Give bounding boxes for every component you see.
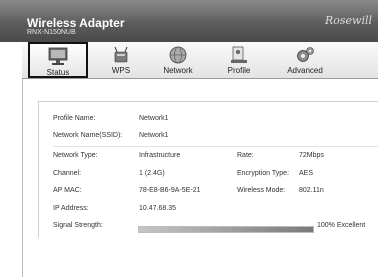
tab-network-label: Network [163, 66, 193, 75]
signal-strength-bar [138, 226, 314, 233]
tab-wps[interactable]: WPS [98, 42, 144, 78]
signal-strength-label: Signal Strength: [53, 222, 103, 229]
tab-profile-label: Profile [227, 66, 251, 75]
signal-strength-text: 100% Excellent [317, 222, 366, 229]
sidebar-divider [22, 79, 23, 277]
tab-advanced-label: Advanced [287, 66, 323, 75]
encryption-value: AES [299, 170, 314, 177]
globe-icon [169, 46, 187, 64]
gear-icon [297, 47, 314, 62]
tab-status-label: Status [46, 68, 70, 77]
channel-value: 1 (2.4G) [139, 170, 165, 177]
signal-strength-fill [139, 227, 313, 232]
profile-icon [231, 46, 247, 63]
ap-mac-label: AP MAC: [53, 187, 82, 194]
encryption-label: Encryption Type: [237, 170, 290, 177]
wireless-mode-label: Wireless Mode: [237, 187, 286, 194]
tab-profile[interactable]: Profile [215, 42, 263, 78]
ssid-label: Network Name(SSID): [53, 132, 123, 139]
monitor-icon [48, 47, 68, 65]
network-type-label: Network Type: [53, 152, 98, 159]
tab-toolbar: Status WPS Network Profile Advanced [22, 42, 378, 79]
tab-network[interactable]: Network [147, 42, 209, 78]
network-type-value: Infrastructure [139, 152, 181, 159]
wireless-mode-value: 802.11n [299, 187, 324, 194]
profile-name-value: Network1 [139, 115, 169, 122]
tab-status[interactable]: Status [28, 42, 88, 78]
app-header: Wireless Adapter RNX-N150NUB Rosewill [0, 0, 378, 42]
app-model: RNX-N150NUB [27, 29, 76, 36]
rate-label: Rate: [237, 152, 254, 159]
tab-advanced[interactable]: Advanced [272, 42, 338, 78]
ip-address-label: IP Address: [53, 205, 89, 212]
ssid-value: Network1 [139, 132, 169, 139]
profile-name-label: Profile Name: [53, 115, 96, 122]
divider [53, 146, 378, 147]
tab-wps-label: WPS [111, 66, 131, 75]
ip-address-value: 10.47.68.35 [139, 205, 176, 212]
rate-value: 72Mbps [299, 152, 324, 159]
app-title: Wireless Adapter [27, 16, 125, 30]
channel-label: Channel: [53, 170, 82, 177]
ap-mac-value: 78-E8-B6-9A-5E-21 [139, 187, 201, 194]
brand-logo: Rosewill [324, 14, 372, 27]
wps-icon [114, 46, 128, 63]
